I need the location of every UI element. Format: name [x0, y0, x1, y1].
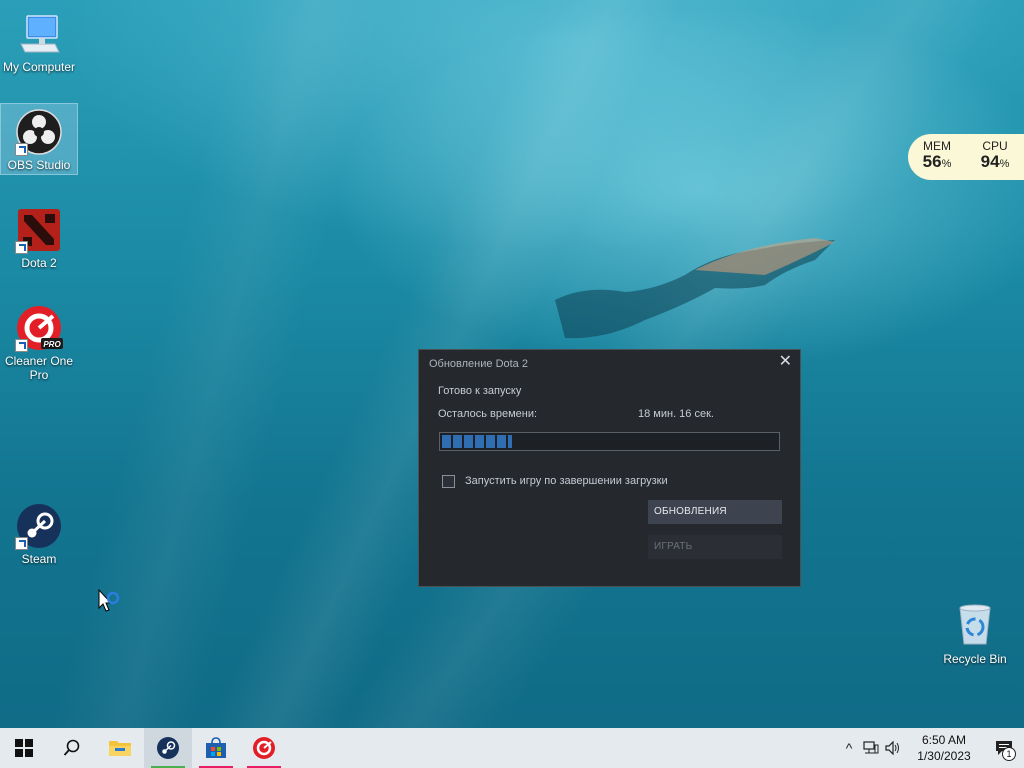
desktop-icon-my-computer[interactable]: My Computer: [1, 6, 77, 76]
windows-icon: [15, 739, 33, 757]
search-icon: [63, 739, 80, 756]
mem-meter: MEM 56%: [923, 140, 952, 174]
desktop-icon-label: Steam: [21, 552, 57, 566]
clock-time: 6:50 AM: [921, 733, 967, 747]
folder-icon: [109, 741, 131, 756]
network-icon[interactable]: [860, 728, 882, 768]
update-button[interactable]: ОБНОВЛЕНИЯ: [648, 500, 782, 524]
shortcut-arrow-icon: [15, 339, 28, 352]
desktop-icon-label: My Computer: [2, 60, 76, 74]
progress-fill: [442, 435, 513, 448]
wallpaper-diver: [555, 238, 835, 339]
play-button[interactable]: ИГРАТЬ: [648, 535, 782, 559]
dialog-title: Обновление Dota 2: [429, 358, 528, 370]
start-button[interactable]: [0, 728, 48, 768]
mem-label: MEM: [922, 139, 951, 153]
time-remaining-label: Осталось времени:: [438, 408, 538, 420]
checkbox-label[interactable]: Запустить игру по завершении загрузки: [465, 475, 668, 487]
notification-count-badge: 1: [1002, 747, 1016, 761]
taskbar-file-explorer[interactable]: [96, 728, 144, 768]
desktop-icon-label: Cleaner One Pro: [4, 354, 74, 382]
shortcut-arrow-icon: [15, 241, 28, 254]
clock[interactable]: 6:50 AM 1/30/2023: [904, 732, 984, 764]
taskbar-steam[interactable]: [144, 728, 192, 768]
download-progress-bar: [439, 432, 780, 451]
status-text: Готово к запуску: [438, 385, 522, 397]
search-button[interactable]: [48, 728, 96, 768]
mem-value: 56: [922, 152, 942, 171]
desktop-icon-label: Dota 2: [21, 256, 57, 270]
clock-date: 1/30/2023: [917, 749, 971, 763]
volume-icon[interactable]: [882, 728, 904, 768]
desktop-icon-label: OBS Studio: [7, 158, 71, 172]
desktop-icon-dota-2[interactable]: Dota 2: [1, 202, 77, 272]
desktop-icon-steam[interactable]: Steam: [1, 498, 77, 568]
taskbar: ^ 6:50 AM 1/30/2023 1: [0, 728, 1024, 768]
show-hidden-icons-chevron-icon[interactable]: ^: [838, 728, 860, 768]
cpu-unit: %: [999, 158, 1010, 170]
notification-center-button[interactable]: 1: [984, 728, 1024, 768]
cleaner-one-icon: [253, 737, 275, 759]
desktop-icon-recycle-bin[interactable]: Recycle Bin: [938, 600, 1012, 666]
cpu-value: 94: [980, 152, 1000, 171]
shortcut-arrow-icon: [15, 537, 28, 550]
close-icon[interactable]: ✕: [779, 354, 792, 370]
steam-icon: [157, 737, 179, 759]
obs-icon: [15, 108, 63, 156]
pro-badge: PRO: [43, 340, 61, 349]
cpu-label: CPU: [982, 139, 1008, 153]
desktop-icon-label: Recycle Bin: [943, 652, 1007, 666]
recycle-bin-icon: [951, 600, 999, 648]
taskbar-cleaner-one[interactable]: [240, 728, 288, 768]
busy-cursor-icon: [98, 589, 120, 612]
update-dialog: Обновление Dota 2 ✕ Готово к запуску Ост…: [418, 349, 801, 587]
launch-after-download-checkbox[interactable]: [442, 475, 455, 488]
steam-icon: [15, 502, 63, 550]
cleaner-one-icon: PRO: [15, 304, 63, 352]
computer-icon: [15, 10, 63, 58]
performance-widget[interactable]: MEM 56% CPU 94%: [908, 134, 1024, 180]
shortcut-arrow-icon: [15, 143, 28, 156]
desktop-icon-obs-studio[interactable]: OBS Studio: [0, 103, 78, 175]
cpu-meter: CPU 94%: [981, 140, 1010, 174]
system-tray: ^ 6:50 AM 1/30/2023 1: [838, 728, 1024, 768]
desktop-icon-cleaner-one-pro[interactable]: PRO Cleaner One Pro: [1, 300, 77, 386]
store-icon: [206, 737, 226, 758]
taskbar-store[interactable]: [192, 728, 240, 768]
dota2-icon: [15, 206, 63, 254]
mem-unit: %: [941, 158, 952, 170]
time-remaining-value: 18 мин. 16 сек.: [638, 408, 714, 420]
